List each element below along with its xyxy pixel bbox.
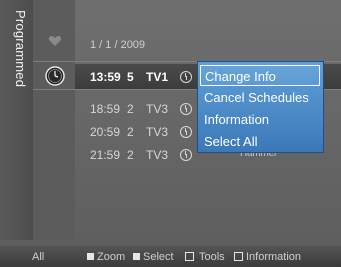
menu-item-change-info[interactable]: Change Info [200,65,320,86]
menu-item-cancel-schedules[interactable]: Cancel Schedules [200,87,320,108]
zoom-label[interactable]: Zoom [97,251,125,263]
menu-item-information[interactable]: Information [200,109,320,130]
row-number: 5 [127,70,134,84]
zoom-key-icon [87,253,94,260]
row-time: 18:59 [90,102,121,116]
information-icon [234,252,243,261]
clock-icon [180,103,192,115]
select-label[interactable]: Select [143,251,174,263]
tv-screen: Programmed 1 / 1 / 2009 13:59 5 TV1 18:5… [0,0,341,267]
section-title: Programmed [13,10,28,88]
clock-icon [180,149,192,161]
clock-icon [180,126,192,138]
date-label: 1 / 1 / 2009 [90,39,146,51]
row-channel: TV3 [146,102,169,116]
row-channel: TV1 [146,70,169,84]
tools-label[interactable]: Tools [199,251,225,263]
row-number: 2 [127,102,134,116]
select-key-icon [133,253,140,260]
clock-icon [45,66,65,86]
heart-icon [48,35,62,46]
row-time: 20:59 [90,125,121,139]
row-number: 2 [127,125,134,139]
information-label[interactable]: Information [246,251,301,263]
row-time: 13:59 [90,70,121,84]
tools-icon [185,252,194,261]
bottom-help-bar: All Zoom Select Tools Information [0,246,341,267]
row-channel: TV3 [146,148,169,162]
row-channel: TV3 [146,125,169,139]
side-strip: Programmed [0,0,34,240]
tools-popup-menu: Change Info Cancel Schedules Information… [197,61,324,153]
row-time: 21:59 [90,148,121,162]
menu-item-select-all[interactable]: Select All [200,131,320,152]
row-number: 2 [127,148,134,162]
all-label[interactable]: All [32,251,44,263]
clock-icon [180,71,192,83]
